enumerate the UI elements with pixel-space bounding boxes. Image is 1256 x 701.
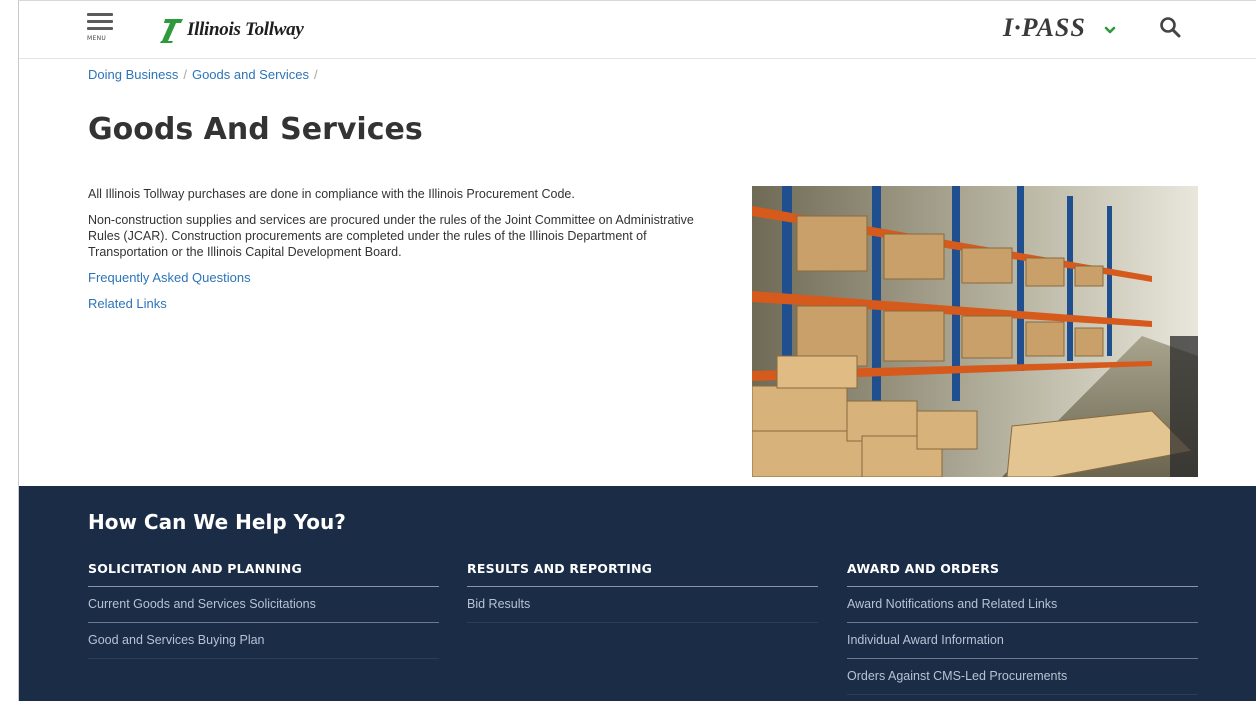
individual-award-link[interactable]: Individual Award Information	[847, 623, 1198, 659]
help-column-solicitation: SOLICITATION AND PLANNING Current Goods …	[88, 561, 439, 659]
column-heading: RESULTS AND REPORTING	[467, 561, 818, 587]
related-links-link[interactable]: Related Links	[88, 296, 713, 312]
search-icon[interactable]	[1159, 16, 1181, 38]
breadcrumb-separator: /	[183, 67, 187, 82]
logo-text: Illinois Tollway	[187, 19, 304, 40]
tollway-logo-icon	[160, 19, 183, 43]
chevron-down-icon[interactable]	[1103, 25, 1117, 35]
menu-button[interactable]: MENU	[87, 13, 115, 43]
page-title: Goods And Services	[88, 112, 423, 147]
help-section: How Can We Help You? SOLICITATION AND PL…	[19, 486, 1256, 701]
warehouse-image	[752, 186, 1198, 477]
current-solicitations-link[interactable]: Current Goods and Services Solicitations	[88, 587, 439, 623]
help-column-awards: AWARD AND ORDERS Award Notifications and…	[847, 561, 1198, 695]
faq-link[interactable]: Frequently Asked Questions	[88, 270, 713, 286]
breadcrumb-separator: /	[314, 67, 318, 82]
site-header: MENU Illinois Tollway I·PASS	[19, 1, 1256, 59]
intro-paragraph: Non-construction supplies and services a…	[88, 213, 694, 259]
intro-paragraph: All Illinois Tollway purchases are done …	[88, 187, 575, 201]
menu-label: MENU	[87, 35, 107, 42]
breadcrumb: Doing Business / Goods and Services /	[88, 67, 323, 82]
buying-plan-link[interactable]: Good and Services Buying Plan	[88, 623, 439, 659]
column-heading: SOLICITATION AND PLANNING	[88, 561, 439, 587]
help-column-results: RESULTS AND REPORTING Bid Results	[467, 561, 818, 623]
breadcrumb-goods-and-services[interactable]: Goods and Services	[192, 67, 309, 82]
ipass-menu[interactable]: I·PASS	[1003, 13, 1086, 43]
column-heading: AWARD AND ORDERS	[847, 561, 1198, 587]
bid-results-link[interactable]: Bid Results	[467, 587, 818, 623]
tollway-logo[interactable]: Illinois Tollway	[159, 17, 304, 43]
help-title: How Can We Help You?	[88, 510, 346, 534]
hamburger-bar	[87, 27, 113, 30]
cms-orders-link[interactable]: Orders Against CMS-Led Procurements	[847, 659, 1198, 695]
hamburger-bar	[87, 20, 113, 23]
intro-section: All Illinois Tollway purchases are done …	[88, 186, 713, 322]
warehouse-photo	[752, 186, 1198, 477]
breadcrumb-doing-business[interactable]: Doing Business	[88, 67, 178, 82]
award-notifications-link[interactable]: Award Notifications and Related Links	[847, 587, 1198, 623]
hamburger-menu-icon	[87, 13, 113, 16]
